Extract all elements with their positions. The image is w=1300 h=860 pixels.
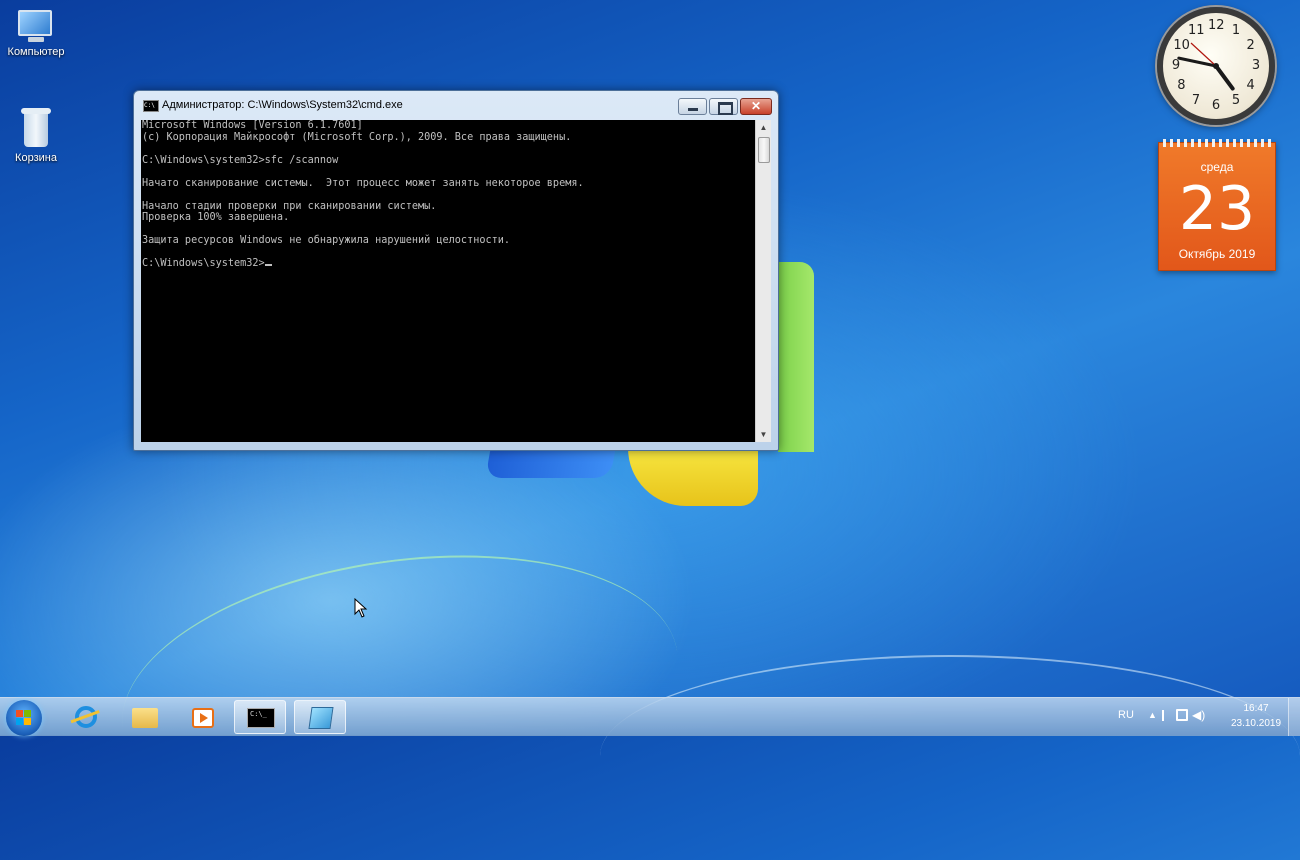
language-indicator[interactable]: RU	[1118, 709, 1134, 721]
minimize-button[interactable]	[678, 98, 707, 115]
cmd-icon: C:\	[143, 100, 159, 112]
window-title: Администратор: C:\Windows\System32\cmd.e…	[162, 99, 403, 111]
recycle-bin-icon	[21, 108, 51, 148]
console-output[interactable]: Microsoft Windows [Version 6.1.7601] (c)…	[141, 120, 755, 442]
maximize-button[interactable]	[709, 98, 738, 115]
network-icon[interactable]	[1176, 709, 1188, 721]
wallpaper-logo-yellow	[628, 448, 758, 506]
folder-icon	[132, 708, 158, 728]
scrollbar-thumb[interactable]	[758, 137, 770, 163]
hour-hand	[1214, 64, 1235, 91]
show-hidden-icons-icon[interactable]: ▲	[1148, 710, 1157, 720]
volume-icon[interactable]: ◀)	[1192, 708, 1205, 722]
system-tray: RU ▲ ◀) 16:47 23.10.2019	[1110, 698, 1300, 736]
minute-hand	[1177, 56, 1218, 68]
taskbar-media-player[interactable]	[176, 700, 228, 734]
clock-gadget[interactable]: 12 1 2 3 4 5 6 7 8 9 10 11	[1157, 7, 1275, 125]
computer-icon	[16, 10, 56, 42]
desktop-icon-recycle-bin[interactable]: Корзина	[0, 108, 72, 164]
taskbar-internet-explorer[interactable]	[60, 700, 112, 734]
taskbar-explorer[interactable]	[118, 700, 170, 734]
console-caret	[264, 264, 272, 266]
show-desktop-button[interactable]	[1288, 698, 1300, 736]
windows-logo-icon	[16, 710, 32, 726]
wallpaper-logo-green	[778, 262, 814, 452]
action-center-flag-icon[interactable]	[1162, 710, 1172, 721]
start-button[interactable]	[6, 700, 42, 736]
wallpaper-logo-blue	[485, 448, 616, 478]
wallpaper-sweep-white	[600, 655, 1300, 857]
console-text: Microsoft Windows [Version 6.1.7601] (c)…	[142, 120, 584, 269]
desktop-icon-computer[interactable]: Компьютер	[0, 10, 72, 58]
calendar-day: 23	[1178, 174, 1256, 244]
window-titlebar[interactable]: C:\ Администратор: C:\Windows\System32\c…	[134, 91, 778, 119]
desktop-icon-label: Корзина	[15, 152, 57, 164]
calendar-gadget[interactable]: среда 23 Октябрь 2019	[1158, 139, 1276, 271]
taskbar-sticky-notes[interactable]	[294, 700, 346, 734]
vertical-scrollbar[interactable]: ▲ ▼	[755, 120, 771, 442]
ie-icon	[75, 706, 97, 728]
close-button[interactable]: ✕	[740, 98, 772, 115]
cmd-window[interactable]: C:\ Администратор: C:\Windows\System32\c…	[133, 90, 779, 451]
cmd-icon: C:\_	[247, 708, 275, 728]
mouse-cursor-icon	[354, 598, 368, 618]
notes-icon	[308, 707, 334, 729]
tray-date[interactable]: 23.10.2019	[1222, 718, 1290, 730]
media-player-icon	[192, 708, 214, 728]
clock-hands	[1177, 42, 1235, 91]
calendar-weekday: среда	[1200, 160, 1234, 174]
scroll-up-arrow-icon[interactable]: ▲	[756, 120, 771, 135]
calendar-month-year: Октябрь 2019	[1178, 247, 1256, 261]
tray-time[interactable]: 16:47	[1228, 703, 1284, 715]
desktop-icon-label: Компьютер	[7, 46, 65, 58]
calendar-rings	[1163, 139, 1273, 147]
scroll-down-arrow-icon[interactable]: ▼	[756, 427, 771, 442]
taskbar: C:\_ RU ▲ ◀) 16:47 23.10.2019	[0, 697, 1300, 736]
taskbar-cmd[interactable]: C:\_	[234, 700, 286, 734]
